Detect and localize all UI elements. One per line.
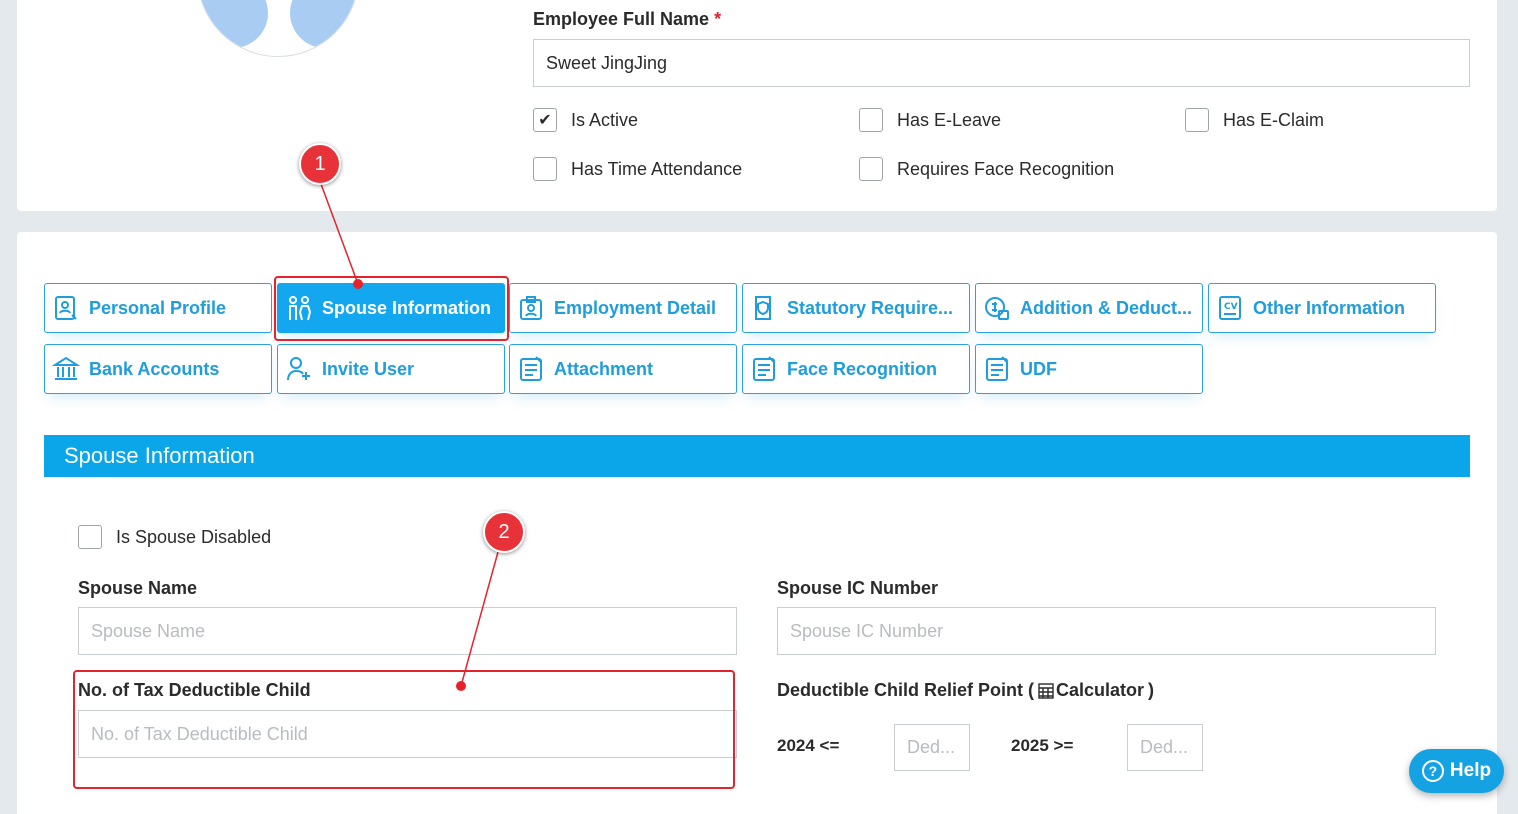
year-2024-input[interactable]: Ded... [894,724,970,771]
tab-face-recognition[interactable]: Face Recognition [742,344,970,394]
help-button[interactable]: ? Help [1409,749,1504,793]
checkbox-box[interactable] [78,525,102,549]
has-e-leave-checkbox[interactable]: Has E-Leave [859,108,1001,132]
tab-label: Personal Profile [89,297,227,318]
profile-icon [51,293,81,323]
bank-icon [51,354,81,384]
cv-icon: CV [1215,293,1245,323]
tab-label: Bank Accounts [89,358,220,379]
tab-other-information[interactable]: CV Other Information [1208,283,1436,333]
annotation-highlight-spouse-tab [274,276,509,341]
tab-addition-deduction[interactable]: Addition & Deduct... [975,283,1203,333]
tab-label: Statutory Require... [787,297,954,318]
checkbox-label: Is Active [571,109,639,130]
year-2025-label: 2025 >= [1011,736,1074,755]
annotation-dot-1 [353,279,363,289]
is-active-checkbox[interactable]: ✔ Is Active [533,108,638,132]
year-2025-input[interactable]: Ded... [1127,724,1203,771]
child-relief-point-label: Deductible Child Relief Point ( Calculat… [777,680,1154,701]
checkbox-box[interactable] [533,157,557,181]
shield-doc-icon [749,293,779,323]
relief-label-suffix: ) [1148,680,1155,700]
badge-icon [516,293,546,323]
year-2024-label: 2024 <= [777,736,840,755]
annotation-highlight-child-field [73,670,735,789]
checkbox-label: Is Spouse Disabled [116,526,272,547]
checkbox-box[interactable] [859,108,883,132]
tab-label: Attachment [554,358,654,379]
document-icon [982,354,1012,384]
avatar-silhouette-right [290,0,358,48]
tab-label: Face Recognition [787,358,938,379]
checkbox-label: Has E-Claim [1223,109,1325,130]
is-spouse-disabled-checkbox[interactable]: Is Spouse Disabled [78,525,271,549]
svg-text:CV: CV [1224,302,1238,312]
checkbox-box[interactable] [1185,108,1209,132]
input-placeholder: Ded... [907,737,956,757]
tab-personal-profile[interactable]: Personal Profile [44,283,272,333]
section-header-spouse-information: Spouse Information [44,435,1470,477]
annotation-step-1: 1 [299,143,341,185]
checkbox-box[interactable]: ✔ [533,108,557,132]
employee-full-name-input[interactable]: Sweet JingJing [533,39,1470,87]
spouse-name-input[interactable]: Spouse Name [78,607,737,655]
tab-statutory-requirements[interactable]: Statutory Require... [742,283,970,333]
annotation-step-2: 2 [483,511,525,553]
relief-label-text: Deductible Child Relief Point ( [777,680,1035,700]
checkbox-label: Requires Face Recognition [897,158,1115,179]
section-title: Spouse Information [64,443,255,468]
employee-header-card: Employee Full Name * Sweet JingJing ✔ Is… [17,0,1497,211]
has-e-claim-checkbox[interactable]: Has E-Claim [1185,108,1324,132]
calculator-link[interactable]: Calculator [1038,680,1144,701]
avatar[interactable] [197,0,359,57]
annotation-dot-2 [456,681,466,691]
add-user-icon [284,354,314,384]
calculator-link-text: Calculator [1056,680,1145,700]
tab-invite-user[interactable]: Invite User [277,344,505,394]
tab-label: Employment Detail [554,297,717,318]
calculator-icon [1038,682,1054,699]
tab-bank-accounts[interactable]: Bank Accounts [44,344,272,394]
tab-label: UDF [1020,358,1057,379]
tab-attachment[interactable]: Attachment [509,344,737,394]
question-circle-icon: ? [1421,760,1444,782]
employee-full-name-value: Sweet JingJing [546,52,668,73]
tab-label: Other Information [1253,297,1405,318]
required-mark: * [714,9,722,29]
help-label: Help [1449,760,1492,781]
spouse-ic-input[interactable]: Spouse IC Number [777,607,1436,655]
spouse-ic-label: Spouse IC Number [777,578,939,598]
document-icon [516,354,546,384]
spouse-name-label: Spouse Name [78,578,198,598]
tab-label: Addition & Deduct... [1020,297,1192,318]
tab-label: Invite User [322,358,415,379]
input-placeholder: Ded... [1140,737,1189,757]
avatar-silhouette-left [198,0,268,48]
tab-udf[interactable]: UDF [975,344,1203,394]
requires-face-recognition-checkbox[interactable]: Requires Face Recognition [859,157,1114,181]
checkbox-box[interactable] [859,157,883,181]
tab-employment-detail[interactable]: Employment Detail [509,283,737,333]
employee-full-name-label: Employee Full Name * [533,9,722,29]
money-icon [982,293,1012,323]
checkbox-label: Has Time Attendance [571,158,743,179]
checkbox-label: Has E-Leave [897,109,1002,130]
document-icon [749,354,779,384]
has-time-attendance-checkbox[interactable]: Has Time Attendance [533,157,742,181]
input-placeholder: Spouse IC Number [790,620,944,641]
input-placeholder: Spouse Name [91,620,206,641]
